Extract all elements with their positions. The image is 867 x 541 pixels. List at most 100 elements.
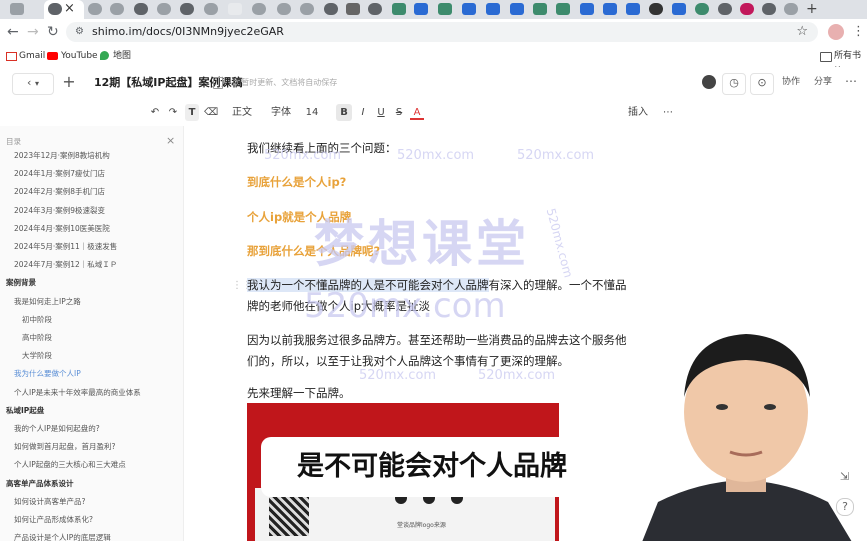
tab-favicon[interactable] xyxy=(88,3,102,15)
tab-favicon[interactable] xyxy=(672,3,686,15)
outline-item[interactable]: 我的个人IP是如何起盘的? xyxy=(14,423,100,435)
tab-favicon[interactable] xyxy=(649,3,663,15)
tab-favicon[interactable] xyxy=(134,3,148,15)
tab-favicon[interactable] xyxy=(695,3,709,15)
collab-button[interactable]: 协作 xyxy=(776,73,806,93)
bookmark-maps[interactable]: 地图 xyxy=(113,48,131,64)
strikethrough-button[interactable]: S xyxy=(392,104,406,121)
outline-item[interactable]: 2024年5月·案例11｜极速发售 xyxy=(14,241,117,253)
redo-icon[interactable]: ↷ xyxy=(166,104,180,121)
new-doc-button[interactable]: + xyxy=(58,73,80,93)
tab-favicon[interactable] xyxy=(300,3,314,15)
tab-favicon[interactable] xyxy=(718,3,732,15)
outline-item[interactable]: 2024年1月·案例7瘦仗门店 xyxy=(14,168,105,180)
site-info-icon[interactable]: ⚙ xyxy=(75,22,84,42)
history-button[interactable]: ◷ xyxy=(722,73,746,95)
clear-format-icon[interactable]: ⌫ xyxy=(204,104,218,121)
text-color-button[interactable]: A xyxy=(410,104,424,120)
more-icon[interactable]: ⋯ xyxy=(845,74,857,88)
tab-favicon[interactable] xyxy=(462,3,476,15)
tab-favicon[interactable] xyxy=(414,3,428,15)
font-select[interactable]: 字体 xyxy=(268,104,294,121)
help-icon[interactable]: ? xyxy=(836,498,854,516)
undo-icon[interactable]: ↶ xyxy=(148,104,162,121)
tab-favicon[interactable] xyxy=(556,3,570,15)
outline-item[interactable]: 2024年2月·案例8手机门店 xyxy=(14,186,105,198)
tab-favicon[interactable] xyxy=(157,3,171,15)
bold-button[interactable]: B xyxy=(336,104,352,121)
tab-favicon[interactable] xyxy=(486,3,500,15)
browser-tab-strip: × + xyxy=(0,0,867,19)
user-avatar[interactable] xyxy=(702,75,716,89)
outline-item[interactable]: 高客单产品体系设计 xyxy=(6,478,74,490)
paragraph-style-select[interactable]: 正文 xyxy=(228,104,256,121)
outline-item[interactable]: 如何让产品形成体系化? xyxy=(14,514,93,526)
sidebar-back-button[interactable]: ‹ ▾ xyxy=(12,73,54,95)
outline-item[interactable]: 如何设计高客单产品? xyxy=(14,496,85,508)
tab-favicon[interactable] xyxy=(533,3,547,15)
doc-paragraph[interactable]: 因为以前我服务过很多品牌方。甚至还帮助一些消费品的品牌去这个服务他们的，所以，以… xyxy=(247,330,627,372)
tab-favicon[interactable] xyxy=(10,3,24,15)
outline-item[interactable]: 2024年4月·案例10医美医院 xyxy=(14,223,110,235)
outline-item[interactable]: 产品设计是个人IP的底层逻辑 xyxy=(14,532,111,541)
outline-item[interactable]: 案例背景 xyxy=(6,277,36,289)
doc-question[interactable]: 到底什么是个人ip? xyxy=(247,172,627,193)
doc-paragraph[interactable]: 先来理解一下品牌。 xyxy=(247,383,627,404)
tab-favicon[interactable] xyxy=(228,3,242,15)
outline-item[interactable]: 2024年7月·案例12｜私域ＩＰ xyxy=(14,259,117,271)
format-painter-icon[interactable]: T xyxy=(185,104,199,121)
tab-favicon[interactable] xyxy=(784,3,798,15)
bookmark-youtube[interactable]: YouTube xyxy=(61,48,98,64)
outline-item[interactable]: 个人IP起盘的三大核心和三大难点 xyxy=(14,459,126,471)
forward-arrow-icon[interactable]: → xyxy=(27,22,39,42)
tab-favicon[interactable] xyxy=(392,3,406,15)
tab-favicon[interactable] xyxy=(180,3,194,15)
more-format-icon[interactable]: ⋯ xyxy=(660,104,676,121)
tab-favicon[interactable] xyxy=(626,3,640,15)
outline-item[interactable]: 高中阶段 xyxy=(22,332,52,344)
outline-toggle-icon[interactable]: ⇲ xyxy=(840,470,849,483)
outline-item[interactable]: 个人IP是未来十年效率最高的商业体系 xyxy=(14,387,141,399)
insert-menu[interactable]: 插入 xyxy=(624,104,652,121)
tab-favicon[interactable] xyxy=(762,3,776,15)
tab-favicon[interactable] xyxy=(438,3,452,15)
url-text[interactable]: shimo.im/docs/0I3NMn9jyec2eGAR xyxy=(92,22,284,42)
back-arrow-icon[interactable]: ← xyxy=(7,22,19,42)
tab-favicon[interactable] xyxy=(204,3,218,15)
tab-favicon[interactable] xyxy=(580,3,594,15)
close-tab-icon[interactable]: × xyxy=(64,1,75,17)
tab-favicon[interactable] xyxy=(740,3,754,15)
tab-favicon[interactable] xyxy=(368,3,382,15)
outline-item[interactable]: 2023年12月·案例8教培机构 xyxy=(14,150,110,162)
tab-favicon[interactable] xyxy=(277,3,291,15)
tab-favicon[interactable] xyxy=(346,3,360,15)
new-tab-button[interactable]: + xyxy=(806,0,818,18)
doc-status-icon[interactable] xyxy=(213,77,223,89)
tab-favicon[interactable] xyxy=(252,3,266,15)
tab-favicon[interactable] xyxy=(510,3,524,15)
outline-item[interactable]: 我为什么要做个人IP xyxy=(14,368,81,380)
omnibox[interactable]: ⚙ shimo.im/docs/0I3NMn9jyec2eGAR ☆ xyxy=(66,22,818,42)
bookmark-gmail[interactable]: Gmail xyxy=(19,48,45,64)
outline-item[interactable]: 初中阶段 xyxy=(22,314,52,326)
share-button[interactable]: 分享 xyxy=(810,73,836,93)
underline-button[interactable]: U xyxy=(374,104,388,121)
profile-avatar[interactable] xyxy=(828,24,844,40)
outline-item[interactable]: 2024年3月·案例9极速裂变 xyxy=(14,205,105,217)
present-button[interactable]: ⊙ xyxy=(750,73,774,95)
tab-favicon[interactable] xyxy=(603,3,617,15)
outline-item[interactable]: 私域IP起盘 xyxy=(6,405,44,417)
active-tab[interactable]: × xyxy=(44,0,84,19)
reload-icon[interactable]: ↻ xyxy=(47,22,59,42)
outline-item[interactable]: 如何做到首月起盘，首月盈利? xyxy=(14,441,115,453)
document-canvas[interactable]: 我们继续看上面的三个问题： 到底什么是个人ip? 个人ip就是个人品牌 那到底什… xyxy=(184,126,867,541)
italic-button[interactable]: I xyxy=(356,104,370,121)
outline-item[interactable]: 我是如何走上IP之路 xyxy=(14,296,81,308)
outline-item[interactable]: 大学阶段 xyxy=(22,350,52,362)
bookmark-star-icon[interactable]: ☆ xyxy=(796,22,808,42)
tab-favicon[interactable] xyxy=(110,3,124,15)
browser-menu-icon[interactable]: ⋮ xyxy=(852,22,865,42)
tab-favicon[interactable] xyxy=(324,3,338,15)
font-size-select[interactable]: 14 xyxy=(302,104,322,121)
close-outline-icon[interactable]: × xyxy=(166,134,175,147)
